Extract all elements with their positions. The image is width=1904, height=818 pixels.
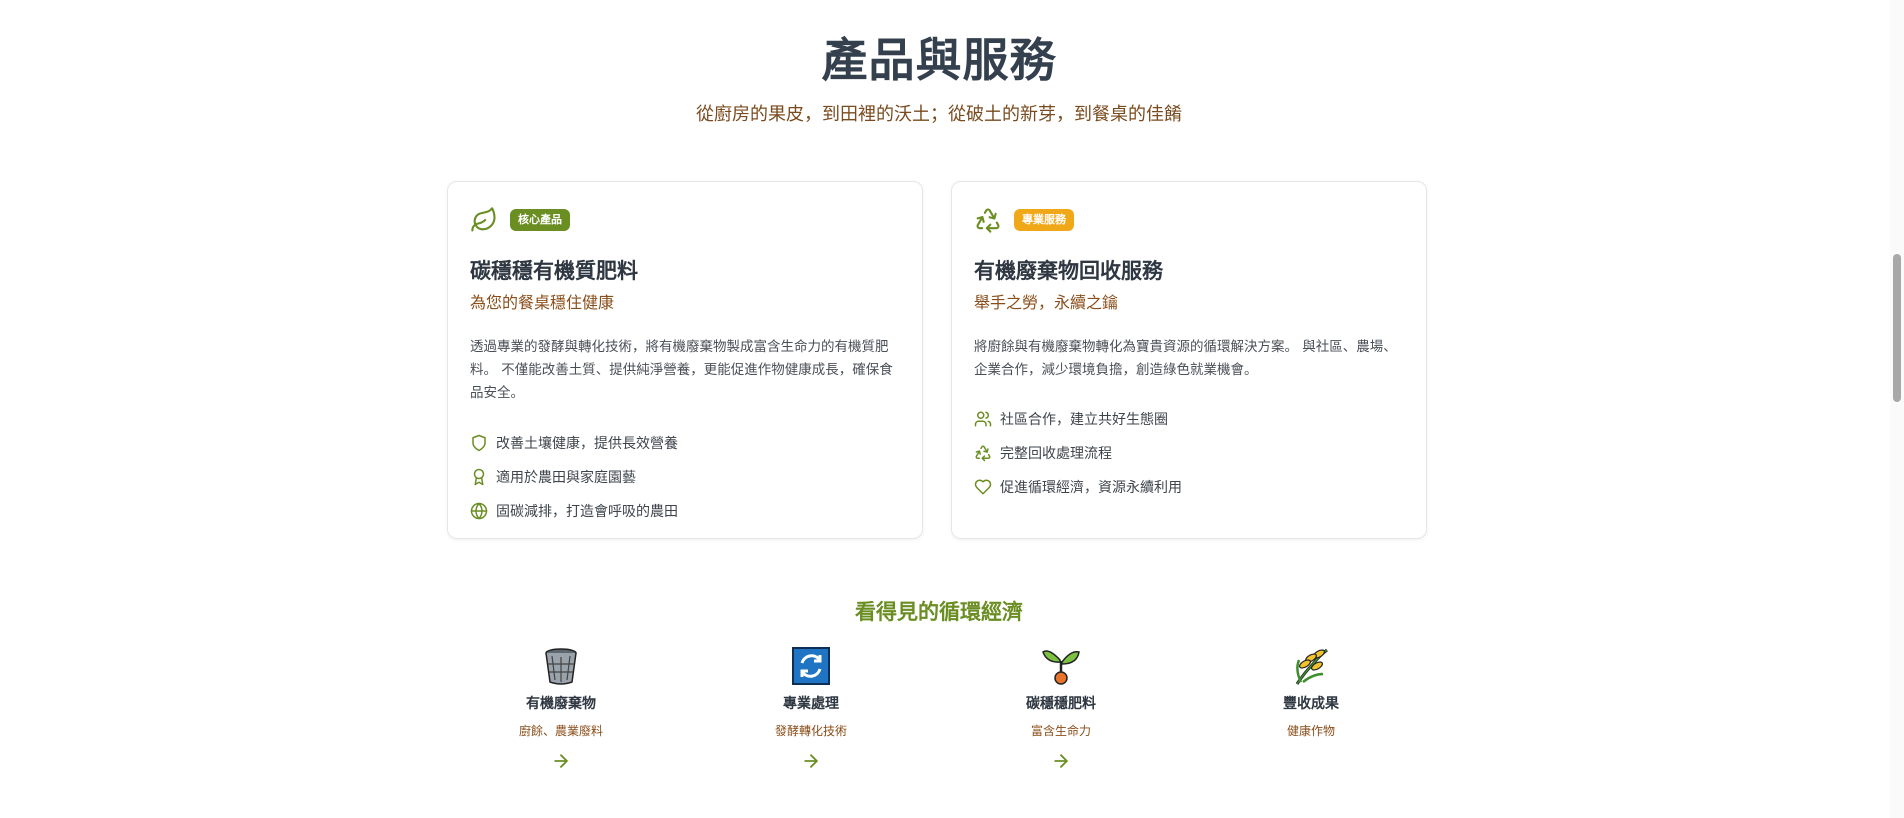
card-title: 碳穩穩有機質肥料 xyxy=(470,259,638,283)
feature-item: 適用於農田與家庭園藝 xyxy=(470,460,678,494)
feature-text: 適用於農田與家庭園藝 xyxy=(496,470,636,486)
card-description: 將廚餘與有機廢棄物轉化為寶貴資源的循環解決方案。 與社區、農場、企業合作，減少環… xyxy=(974,339,1397,378)
step-name: 碳穩穩肥料 xyxy=(1026,696,1096,712)
feature-text: 固碳減排，打造會呼吸的農田 xyxy=(496,504,678,520)
step-desc: 富含生命力 xyxy=(1030,724,1091,738)
card-header: 核心產品 xyxy=(470,206,570,234)
circular-step: 專業處理 發酵轉化技術 xyxy=(711,646,911,771)
users-icon xyxy=(974,411,992,427)
heart-icon xyxy=(974,479,992,495)
feature-text: 完整回收處理流程 xyxy=(1000,446,1112,462)
award-icon xyxy=(473,468,485,486)
service-card-recycling: 專業服務 有機廢棄物回收服務 舉手之勞，永續之鑰 將廚餘與有機廢棄物轉化為寶貴資… xyxy=(951,181,1427,539)
step-desc: 發酵轉化技術 xyxy=(774,724,847,738)
feature-item: 社區合作，建立共好生態圈 xyxy=(974,402,1182,436)
feature-item: 完整回收處理流程 xyxy=(974,436,1182,470)
circular-economy-title: 看得見的循環經濟 xyxy=(855,600,1023,624)
page-scrollbar[interactable] xyxy=(1890,0,1904,818)
circular-step: 碳穩穩肥料 富含生命力 xyxy=(961,646,1161,771)
step-desc: 健康作物 xyxy=(1286,724,1335,738)
card-badge: 核心產品 xyxy=(510,209,570,231)
arrow-right-icon xyxy=(1054,754,1068,768)
step-name: 有機廢棄物 xyxy=(526,696,596,712)
arrow-right-icon xyxy=(554,754,568,768)
arrows-cycle-icon xyxy=(792,647,830,685)
card-title: 有機廢棄物回收服務 xyxy=(974,259,1163,283)
wastebasket-icon xyxy=(545,648,577,685)
card-subtitle: 舉手之勞，永續之鑰 xyxy=(974,293,1119,312)
product-card-fertilizer: 核心產品 碳穩穩有機質肥料 為您的餐桌穩住健康 透過專業的發酵與轉化技術，將有機… xyxy=(447,181,923,539)
feature-item: 促進循環經濟，資源永續利用 xyxy=(974,470,1182,504)
feature-text: 改善土壤健康，提供長效營養 xyxy=(496,436,678,452)
leaf-icon xyxy=(471,207,496,232)
globe-icon xyxy=(470,502,488,520)
card-badge: 專業服務 xyxy=(1014,209,1074,231)
scrollbar-thumb[interactable] xyxy=(1893,254,1901,402)
seedling-icon xyxy=(1042,650,1080,685)
rice-icon xyxy=(1295,648,1328,685)
page-subtitle: 從廚房的果皮，到田裡的沃土；從破土的新芽，到餐桌的佳餚 xyxy=(696,104,1182,125)
recycle-icon xyxy=(975,445,991,462)
feature-text: 促進循環經濟，資源永續利用 xyxy=(1000,480,1182,496)
step-name: 豐收成果 xyxy=(1283,696,1339,712)
circular-step: 有機廢棄物 廚餘、農業廢料 xyxy=(461,646,661,771)
circular-step: 豐收成果 健康作物 xyxy=(1211,646,1411,739)
feature-item: 固碳減排，打造會呼吸的農田 xyxy=(470,494,678,528)
recycle-icon xyxy=(976,208,1000,233)
feature-item: 改善土壤健康，提供長效營養 xyxy=(470,426,678,460)
shield-icon xyxy=(472,434,486,452)
page-title: 產品與服務 xyxy=(821,33,1057,87)
feature-list: 改善土壤健康，提供長效營養 適用於農田與家庭園藝 固碳減排，打造會呼吸的農田 xyxy=(470,426,678,528)
feature-text: 社區合作，建立共好生態圈 xyxy=(1000,412,1168,428)
arrow-right-icon xyxy=(804,754,818,768)
step-name: 專業處理 xyxy=(783,696,839,712)
feature-list: 社區合作，建立共好生態圈 完整回收處理流程 促進循環經濟，資源永續利用 xyxy=(974,402,1182,504)
card-subtitle: 為您的餐桌穩住健康 xyxy=(470,293,615,312)
step-desc: 廚餘、農業廢料 xyxy=(518,724,603,738)
card-header: 專業服務 xyxy=(974,206,1074,234)
card-description: 透過專業的發酵與轉化技術，將有機廢棄物製成富含生命力的有機質肥料。 不僅能改善土… xyxy=(470,339,893,401)
